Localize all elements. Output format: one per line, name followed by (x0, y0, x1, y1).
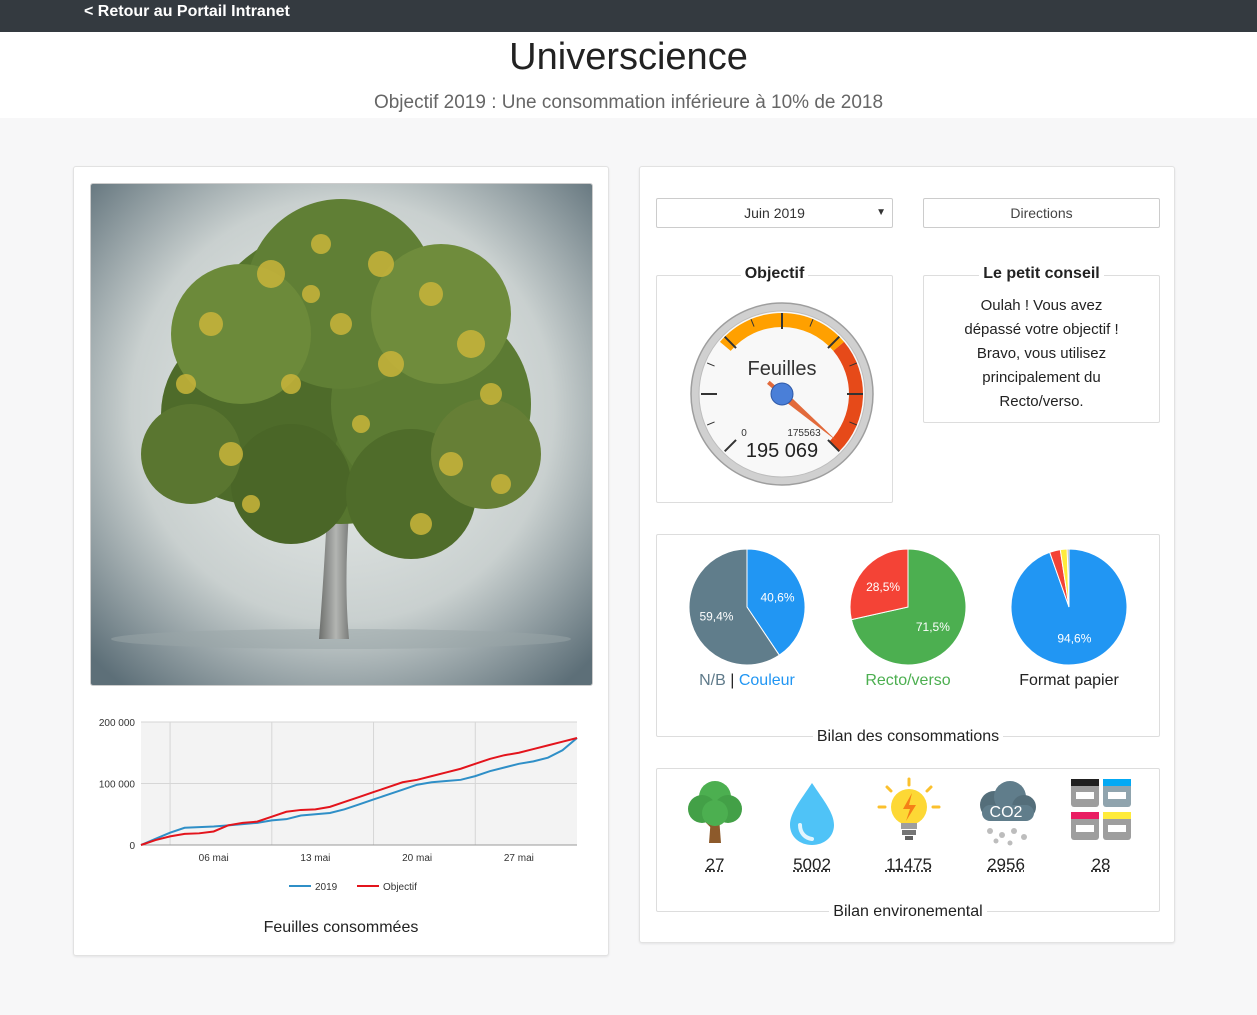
conseil-line: principalement du (982, 369, 1101, 386)
y-tick-label: 200 000 (99, 718, 136, 729)
objectif-fieldset: Objectif Feuilles 0 175563 195 069 (656, 265, 893, 503)
page-subtitle: Objectif 2019 : Une consommation inférie… (373, 92, 884, 113)
water-drop-icon (790, 783, 834, 845)
env-value-water: 5002 (793, 855, 831, 874)
consumption-line-chart: 0 100 000 200 000 06 mai 13 mai 20 mai 27 mai 2… (99, 718, 578, 893)
label-couleur: Couleur (738, 672, 795, 689)
env-value-trees: 27 (705, 855, 725, 874)
conseil-line: dépassé votre objectif ! (964, 321, 1119, 338)
env-item-cartridges: 28 (1061, 777, 1141, 874)
tree-icon (688, 781, 742, 843)
gauge-title: Feuilles (748, 358, 817, 380)
conseil-line: Recto/verso. (999, 393, 1084, 410)
objectif-gauge: Feuilles 0 175563195 069 (690, 302, 874, 486)
back-to-portal-link[interactable]: < Retour au Portail Intranet (84, 3, 290, 21)
pie-slice-label: 94,6% (1057, 631, 1091, 645)
co2-cloud-icon: CO2 (980, 781, 1036, 846)
light-bulb-icon (877, 777, 941, 840)
conseil-line: Oulah ! Vous avez (980, 297, 1103, 314)
conseil-text: Oulah ! Vous avez dépassé votre objectif… (934, 294, 1149, 414)
env-item-water: 5002 (772, 777, 852, 874)
page-header: Universcience Objectif 2019 : Une consom… (0, 32, 1257, 118)
y-tick-label: 100 000 (99, 780, 136, 791)
x-tick-label: 13 mai (300, 853, 330, 864)
month-select[interactable]: Juin 2019 ▼ (656, 198, 893, 228)
objectif-legend: Objectif (740, 265, 809, 282)
co2-label: CO2 (990, 804, 1023, 821)
month-select-value: Juin 2019 (744, 205, 805, 221)
pie-slice-label: 59,4% (699, 609, 733, 623)
env-item-trees: 27 (675, 777, 755, 874)
y-tick-label: 0 (129, 841, 135, 852)
env-value-cartridges: 28 (1091, 855, 1111, 874)
chart-caption: Feuilles consommées (263, 919, 419, 936)
env-value-energy: 11475 (885, 855, 932, 874)
chevron-down-icon: ▼ (876, 207, 886, 218)
legend-entry: Objectif (383, 882, 417, 893)
gauge-value-label: 195 069 (746, 440, 818, 462)
env-item-co2: CO2 2956 (966, 777, 1046, 874)
label-nb: N/B (699, 672, 726, 689)
pie-slice-label: 28,5% (866, 580, 900, 594)
top-bar: < Retour au Portail Intranet (0, 0, 1257, 32)
cartridges-icon (1071, 779, 1131, 840)
x-tick-label: 27 mai (504, 853, 534, 864)
x-tick-label: 20 mai (402, 853, 432, 864)
gauge-hub (770, 382, 794, 406)
x-tick-label: 06 mai (199, 853, 229, 864)
bilan-environemental-fieldset: 27 5002 11475 CO2 2956 28 Bilan environe… (656, 768, 1160, 920)
env-value-co2: 2956 (987, 855, 1025, 874)
env-item-energy: 11475 (869, 777, 949, 874)
directions-button[interactable]: Directions (923, 198, 1160, 228)
bilan-environemental-legend: Bilan environemental (829, 903, 987, 920)
left-panel: 0 100 000 200 000 06 mai 13 mai 20 mai 27 mai 2… (73, 166, 609, 956)
conseil-legend: Le petit conseil (979, 265, 1104, 282)
tree-image (90, 183, 593, 686)
pie-label-recto-verso: Recto/verso (865, 672, 951, 689)
pie-label-color-mode: N/B | Couleur (669, 672, 825, 690)
conseil-line: Bravo, vous utilisez (976, 345, 1107, 362)
conseil-fieldset: Le petit conseil Oulah ! Vous avez dépas… (923, 265, 1160, 423)
gauge-max-label: 175563 (787, 428, 821, 439)
label-separator: | (725, 672, 739, 689)
consumption-pie-charts: 40,6% 59,4% 71,5% 28,5% 94,6% (688, 548, 1128, 666)
page-title: Universcience (509, 36, 748, 78)
right-panel: Juin 2019 ▼ Directions Objectif Feuilles… (639, 166, 1175, 943)
pie-slice-label: 71,5% (916, 620, 950, 634)
gauge-min-label: 0 (741, 428, 747, 439)
pie-label-format-papier: Format papier (1019, 672, 1119, 689)
bilan-consommations-legend: Bilan des consommations (812, 728, 1004, 745)
pie-slice-label: 40,6% (761, 591, 795, 605)
bilan-consommations-fieldset: 40,6% 59,4% 71,5% 28,5% 94,6% N/B | Couleur … (656, 534, 1160, 745)
legend-entry: 2019 (315, 882, 338, 893)
tree-illustration (91, 184, 592, 685)
